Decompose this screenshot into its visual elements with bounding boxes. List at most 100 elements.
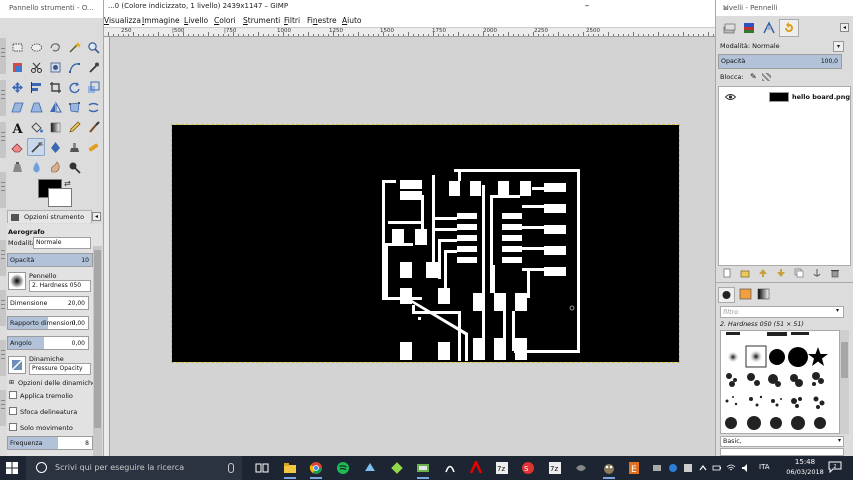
tool-ink[interactable] [46,138,64,156]
menu-colori[interactable]: Colori [214,16,236,25]
delete-layer-icon[interactable] [830,268,840,278]
taskbar-spotify-button[interactable] [334,459,352,477]
tool-rect-select[interactable] [8,38,26,56]
layer-row[interactable]: hello board.png [719,89,850,105]
clock-time[interactable]: 15:48 [785,458,825,466]
tool-text[interactable]: A [8,118,26,136]
clock-date[interactable]: 06/03/2018 [783,468,827,476]
tool-warp[interactable] [84,98,102,116]
lock-brush-checkbox[interactable] [9,423,17,431]
brush-tag-field[interactable]: Basic, [720,436,844,447]
smooth-stroke-checkbox[interactable] [9,407,17,415]
brush-scrollbar-thumb[interactable] [841,342,848,378]
dock-handle[interactable] [0,290,6,326]
tool-color-select[interactable] [8,58,26,76]
tool-scissors[interactable] [27,58,45,76]
taskbar-file-explorer-button[interactable] [281,459,299,479]
tool-bucket-fill[interactable] [27,118,45,136]
layer-mode-dropdown-icon[interactable]: ▾ [833,41,844,52]
tab-tool-options[interactable]: Opzioni strumento [7,210,92,223]
chevron-up-icon[interactable] [698,463,708,473]
tool-shear[interactable] [8,98,26,116]
angle-slider[interactable]: Angolo 0,00 [7,336,89,350]
tab-channels[interactable] [739,19,759,37]
tool-color-picker[interactable] [84,58,102,76]
aspect-ratio-slider[interactable]: Rapporto dimensioni 0,00 [7,316,89,330]
dynamics-options-label[interactable]: Opzioni delle dinamiche [18,379,96,387]
tray-app-icon[interactable] [668,463,678,473]
wifi-icon[interactable] [726,463,736,473]
taskbar-acrobat-button[interactable] [467,459,485,477]
taskbar-app-g-button[interactable]: E [625,459,643,477]
new-layer-group-icon[interactable] [740,268,750,278]
pcb-board-image[interactable] [171,124,680,363]
tool-foreground-select[interactable] [46,58,64,76]
tool-perspective[interactable] [27,98,45,116]
size-slider[interactable]: Dimensione 20,00 [7,296,89,310]
brush-field[interactable]: 2. Hardness 050 [29,280,91,292]
tray-app-icon[interactable] [683,463,693,473]
menu-immagine[interactable]: Immagine [142,16,180,25]
tool-paintbrush[interactable] [84,118,102,136]
tool-options-menu-icon[interactable]: ◂ [92,212,101,221]
tool-airbrush[interactable] [27,138,45,156]
tool-align[interactable] [27,78,45,96]
horizontal-ruler[interactable]: 250 |500 |750 1000 1250 1500 1750 2000 2250 2500 [104,28,715,37]
eye-icon[interactable] [725,93,736,101]
lock-alpha-icon[interactable] [762,73,771,81]
duplicate-layer-icon[interactable] [794,268,804,278]
taskbar-zip-b-button[interactable]: 7z [546,459,564,477]
layers-list[interactable]: hello board.png [718,86,851,266]
tool-clone[interactable] [65,138,83,156]
anchor-layer-icon[interactable] [812,268,822,278]
tool-blend[interactable] [46,118,64,136]
minimize-button[interactable]: – [573,0,601,14]
mode-dropdown[interactable]: Normale [33,237,91,249]
raise-layer-icon[interactable] [758,268,768,278]
tray-app-icon[interactable] [652,463,662,473]
menu-strumenti[interactable]: Strumenti [243,16,280,25]
layer-name[interactable]: hello board.png [792,93,850,101]
dynamics-options-expander-icon[interactable]: ⊞ [9,379,14,386]
taskbar-search-box[interactable]: Scrivi qui per eseguire la ricerca [26,456,242,480]
tool-crop[interactable] [46,78,64,96]
dynamics-field[interactable]: Pressure Opacity [29,363,91,375]
battery-icon[interactable] [712,463,722,473]
volume-icon[interactable] [741,463,751,473]
new-layer-icon[interactable] [722,268,732,278]
tool-blur[interactable] [27,158,45,176]
taskbar-app-d-button[interactable] [441,459,459,477]
apply-jitter-checkbox[interactable] [9,391,17,399]
menu-aiuto[interactable]: Aiuto [342,16,362,25]
brush-filter-input[interactable]: filtro [720,306,844,318]
tool-dodge-burn[interactable] [65,158,83,176]
brush-tag-input[interactable] [720,448,844,456]
dynamics-preview[interactable] [8,356,26,374]
menu-finestre[interactable]: Finestre [307,16,337,25]
menu-filtri[interactable]: Filtri [284,16,300,25]
tab-undo-history[interactable] [779,19,799,37]
tab-brushes[interactable] [718,287,735,303]
windows-start-icon[interactable] [6,462,18,474]
opacity-slider[interactable]: Opacità 10 [7,253,93,267]
taskbar-gimp-button[interactable] [600,459,618,479]
taskbar-app-b-button[interactable] [388,459,406,477]
lower-layer-icon[interactable] [776,268,786,278]
tab-layers[interactable] [719,19,739,37]
swap-colors-icon[interactable]: ⇄ [64,180,72,188]
dock-handle[interactable] [0,38,6,74]
dock-handle[interactable] [0,340,6,376]
tool-smudge[interactable] [46,158,64,176]
tool-scale[interactable] [84,78,102,96]
dock-menu-icon[interactable]: ◂ [840,23,849,32]
tool-wand[interactable] [65,38,83,56]
close-icon[interactable]: × [723,4,850,12]
tool-perspective-clone[interactable] [8,158,26,176]
dock-handle[interactable] [0,80,6,116]
tool-flip[interactable] [46,98,64,116]
dock-handle[interactable] [0,390,6,426]
lock-pixels-icon[interactable]: ✎ [750,72,757,81]
layer-mode-value[interactable]: Normale [752,42,780,50]
dock-handle[interactable] [0,172,6,208]
tool-zoom[interactable] [84,38,102,56]
